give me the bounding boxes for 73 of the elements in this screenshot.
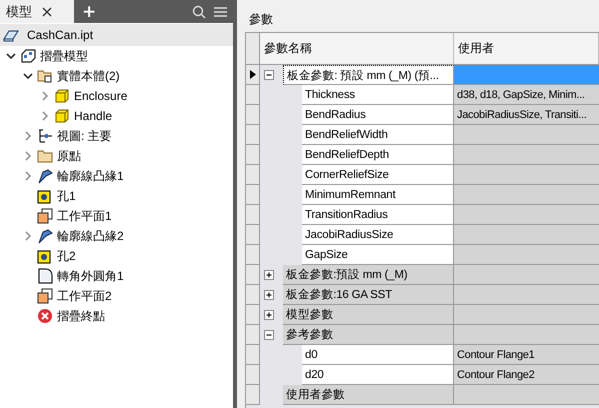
error-icon	[37, 308, 53, 324]
group-cell: 參考參數	[283, 325, 454, 345]
parameter-name-cell: JacobiRadiusSize	[302, 225, 454, 245]
column-header[interactable]: 參數名稱	[260, 33, 454, 65]
search-icon[interactable]	[192, 4, 206, 18]
folder-icon	[37, 148, 53, 164]
browser-tab[interactable]: 模型	[0, 0, 74, 23]
parameter-name-cell: d20	[302, 365, 454, 385]
group-cell: 板金參數:預設 mm (_M)	[283, 265, 454, 285]
tree-item-label[interactable]: 輪廓線凸緣2	[57, 228, 124, 244]
sheet-metal-icon	[20, 48, 36, 64]
tree-item-label[interactable]: 摺疊終點	[57, 308, 105, 324]
tree-item-label[interactable]: 工作平面1	[57, 208, 112, 224]
menu-icon[interactable]	[214, 6, 227, 18]
row-header[interactable]	[246, 65, 260, 85]
parameter-name-cell: CornerReliefSize	[302, 165, 454, 185]
parameter-name-cell: BendReliefDepth	[302, 145, 454, 165]
tree-item-label[interactable]: Handle	[74, 109, 112, 123]
cube-icon	[54, 88, 70, 104]
tree-item-label[interactable]: 摺疊模型	[40, 48, 88, 64]
expand-chevron[interactable]	[23, 151, 33, 161]
plane-icon	[37, 208, 53, 224]
tree-item-label[interactable]: 輪廓線凸緣1	[57, 168, 124, 184]
column-header[interactable]: 使用者	[454, 33, 599, 65]
collapse-chevron[interactable]	[23, 71, 33, 81]
parameter-name-cell: TransitionRadius	[302, 205, 454, 225]
user-cell: Contour Flange2	[454, 365, 599, 385]
group-cell: 板金參數: 預設 mm (_M) (預...	[283, 65, 454, 85]
add-tab-button[interactable]: +	[74, 0, 104, 23]
hole-icon	[37, 188, 53, 204]
user-cell: d38, d18, GapSize, Minim...	[454, 85, 599, 105]
collapse-button[interactable]	[264, 330, 274, 340]
collapse-chevron[interactable]	[6, 51, 16, 61]
parameter-name-cell: GapSize	[302, 245, 454, 265]
current-row-icon	[250, 70, 256, 79]
expand-chevron[interactable]	[23, 131, 33, 141]
expand-button[interactable]	[264, 310, 274, 320]
hole-icon	[37, 248, 53, 264]
parameter-name-cell: BendRadius	[302, 105, 454, 125]
tree-item-label[interactable]: CashCan.ipt	[27, 28, 94, 42]
group-cell: 使用者參數	[283, 385, 454, 405]
cube-icon	[54, 108, 70, 124]
plane-icon	[37, 288, 53, 304]
flag-icon	[37, 228, 53, 244]
tree-item-label[interactable]: 原點	[57, 148, 81, 164]
parameter-name-cell: d0	[302, 345, 454, 365]
parameter-name-cell: MinimumRemnant	[302, 185, 454, 205]
parameter-name-cell: Thickness	[302, 85, 454, 105]
flag-icon	[37, 168, 53, 184]
tree-item-label[interactable]: 轉角外圓角1	[57, 268, 124, 284]
parameter-name-cell: BendReliefWidth	[302, 125, 454, 145]
group-cell: 板金參數:16 GA SST	[283, 285, 454, 305]
collapse-button[interactable]	[264, 70, 274, 80]
tree-item-label[interactable]: 視圖: 主要	[57, 128, 112, 144]
group-cell: 模型參數	[283, 305, 454, 325]
tree-item-label[interactable]: 孔2	[57, 248, 76, 264]
view-icon	[37, 128, 53, 144]
tree-item-label[interactable]: 實體本體(2)	[57, 68, 120, 84]
expand-button[interactable]	[264, 290, 274, 300]
tree-item-label[interactable]: 孔1	[57, 188, 76, 204]
expand-button[interactable]	[264, 270, 274, 280]
expand-chevron[interactable]	[40, 91, 50, 101]
user-cell: Contour Flange1	[454, 345, 599, 365]
close-icon[interactable]	[42, 6, 52, 16]
expand-chevron[interactable]	[23, 171, 33, 181]
user-cell: JacobiRadiusSize, Transiti...	[454, 105, 599, 125]
tree-item-label[interactable]: Enclosure	[74, 89, 128, 103]
expand-chevron[interactable]	[23, 231, 33, 241]
fillet-icon	[37, 268, 53, 284]
tree-item-label[interactable]: 工作平面2	[57, 288, 112, 304]
panel-title: 參數	[248, 10, 274, 28]
expand-chevron[interactable]	[40, 111, 50, 121]
folder-icon	[37, 68, 53, 84]
